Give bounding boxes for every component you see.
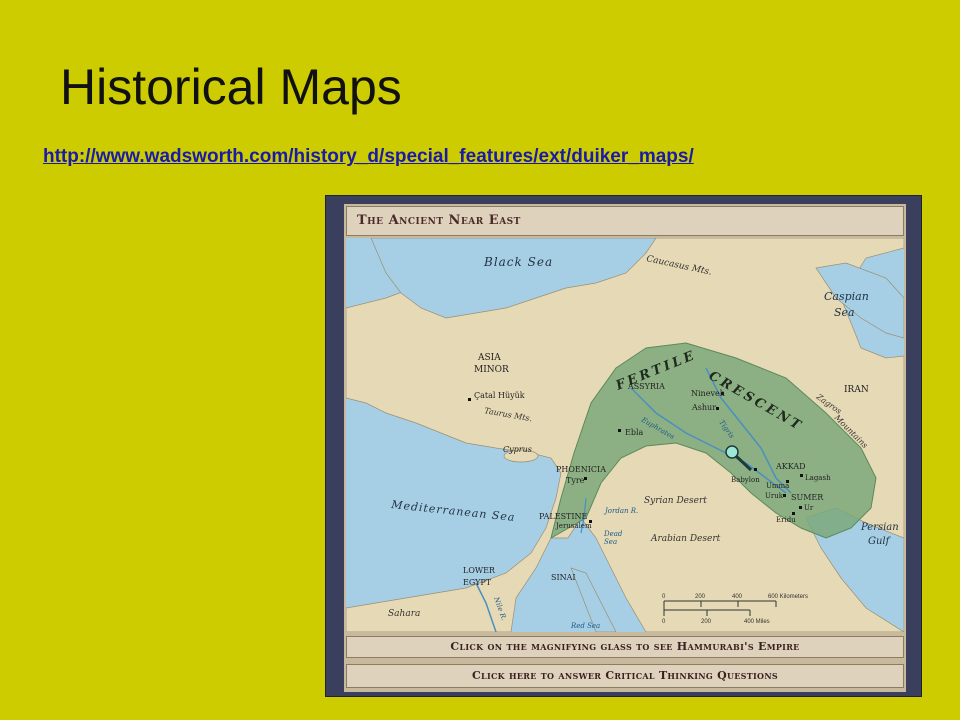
city-marker-catal <box>468 398 471 401</box>
ancient-near-east-map: Black Sea Caucasus Mts. Caspian Sea ASIA… <box>346 238 904 632</box>
label-caspian-1: Caspian <box>824 290 869 303</box>
label-sahara: Sahara <box>388 609 420 619</box>
label-ashur: Ashur <box>691 403 716 412</box>
city-marker-ashur <box>716 407 719 410</box>
label-persian-2: Gulf <box>868 536 892 547</box>
label-asia-2: MINOR <box>474 365 509 375</box>
label-lower-1: LOWER <box>463 566 496 575</box>
label-dead-2: Sea <box>604 538 617 546</box>
city-marker-ur <box>799 506 802 509</box>
slide-title: Historical Maps <box>60 59 402 115</box>
hammurabi-empire-label: Click on the magnifying glass to see Ham… <box>450 640 800 653</box>
label-persian-1: Persian <box>860 522 899 533</box>
city-marker-ebla <box>618 429 621 432</box>
label-sumer: SUMER <box>791 493 824 502</box>
map-frame: The Ancient Near East Black Sea Caucasus… <box>325 195 922 697</box>
label-red-sea: Red Sea <box>570 622 600 630</box>
label-akkad: AKKAD <box>775 462 806 471</box>
map-title: The Ancient Near East <box>357 213 521 228</box>
map-panel: The Ancient Near East Black Sea Caucasus… <box>344 204 906 692</box>
label-babylon: Babylon <box>731 476 760 484</box>
critical-thinking-button[interactable]: Click here to answer Critical Thinking Q… <box>346 664 904 688</box>
scale-mi-200: 200 <box>701 619 712 625</box>
label-arabian-desert: Arabian Desert <box>650 534 721 544</box>
critical-thinking-label: Click here to answer Critical Thinking Q… <box>471 669 779 682</box>
label-phoenicia: PHOENICIA <box>556 465 606 474</box>
label-cyprus: Cyprus <box>503 445 532 454</box>
label-iran: IRAN <box>844 385 869 395</box>
city-marker-uruk <box>783 494 786 497</box>
label-black-sea: Black Sea <box>483 255 553 269</box>
label-dead-1: Dead <box>603 530 623 538</box>
label-ur: Ur <box>804 504 814 512</box>
scale-km-400: 400 <box>732 594 743 600</box>
hammurabi-empire-button[interactable]: Click on the magnifying glass to see Ham… <box>346 636 904 658</box>
label-eridu: Eridu <box>776 516 796 524</box>
label-syrian-desert: Syrian Desert <box>644 496 707 506</box>
scale-km-600: 600 Kilometers <box>768 594 808 600</box>
scale-mi-400: 400 Miles <box>744 619 770 625</box>
city-marker-tyre <box>584 477 587 480</box>
label-lagash: Lagash <box>805 474 831 482</box>
label-catal: Çatal Hüyük <box>474 391 525 400</box>
label-lower-2: EGYPT <box>463 578 492 587</box>
label-jerusalem: Jerusalem <box>555 522 592 530</box>
label-asia-1: ASIA <box>477 353 501 363</box>
label-uruk: Uruk <box>765 492 784 500</box>
source-link[interactable]: http://www.wadsworth.com/history_d/speci… <box>43 146 694 168</box>
label-sinai: SINAI <box>551 573 576 582</box>
city-marker-babylon <box>754 468 757 471</box>
map-title-bar: The Ancient Near East <box>346 206 904 236</box>
label-ebla: Ebla <box>625 428 644 437</box>
label-jordan: Jordan R. <box>603 507 638 515</box>
label-umma: Umma <box>766 482 789 490</box>
label-tyre: Tyre <box>566 476 585 485</box>
city-marker-lagash <box>800 474 803 477</box>
scale-km-200: 200 <box>695 594 706 600</box>
label-caspian-2: Sea <box>834 306 855 319</box>
label-assyria: ASSYRIA <box>627 382 665 391</box>
label-palestine: PALESTINE <box>539 512 588 521</box>
label-nineveh: Nineveh <box>691 389 725 398</box>
city-marker-eridu <box>792 512 795 515</box>
